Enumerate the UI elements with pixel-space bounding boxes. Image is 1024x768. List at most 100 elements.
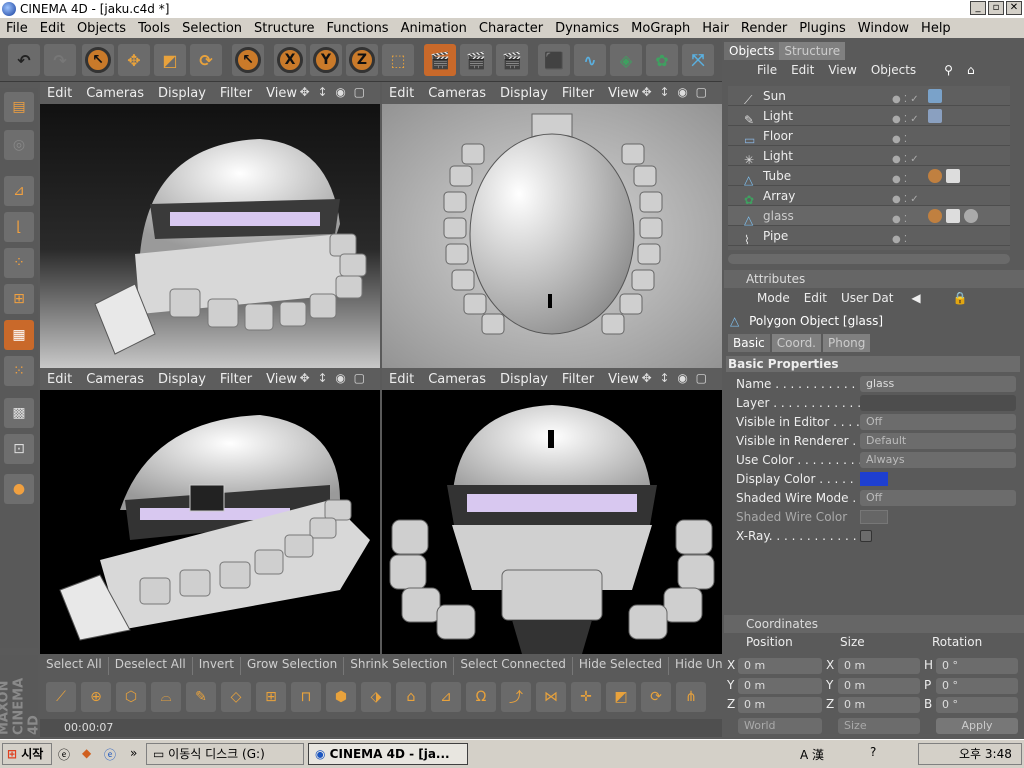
viewport-nav-icons[interactable]: ✥ ↕ ◉ ▢ <box>293 85 374 99</box>
tab-phong[interactable]: Phong <box>823 334 871 352</box>
help-icon[interactable]: ? <box>870 745 876 759</box>
menu-plugins[interactable]: Plugins <box>793 21 852 36</box>
home-icon[interactable]: ⌂ <box>960 63 982 77</box>
use-point-tool-button[interactable]: ⁘ <box>4 248 34 278</box>
select-connected-button[interactable]: Select Connected <box>454 657 573 675</box>
last-tool-button[interactable]: ↖ <box>232 44 264 76</box>
use-animation-tool-button[interactable]: ⁙ <box>4 356 34 386</box>
attr-menu-edit[interactable]: Edit <box>797 291 834 305</box>
list-item[interactable]: △ Tube ● ⁚ <box>728 166 1010 187</box>
close-button[interactable]: ✕ <box>1006 1 1022 15</box>
create-polygon-button[interactable]: ◇ <box>221 682 251 712</box>
use-model-tool-button[interactable]: ◎ <box>4 130 34 160</box>
position-z-field[interactable]: 0 m <box>738 697 822 713</box>
make-editable-button[interactable]: ▤ <box>4 92 34 122</box>
size-y-field[interactable]: 0 m <box>838 678 920 694</box>
extrude-button[interactable]: ⬡ <box>116 682 146 712</box>
viewport-menu-filter[interactable]: Filter <box>555 86 601 101</box>
viewport-top[interactable]: Edit Cameras Display Filter View ✥ ↕ ◉ ▢ <box>382 82 722 368</box>
bevel-button[interactable]: ⊓ <box>291 682 321 712</box>
viewport-perspective[interactable]: Edit Cameras Display Filter View ✥ ↕ ◉ ▢ <box>40 82 380 368</box>
shaded-wire-mode-select[interactable]: Off <box>860 490 1016 506</box>
quicklaunch-more[interactable]: » <box>130 746 137 760</box>
start-button[interactable]: ⊞ 시작 <box>2 743 52 765</box>
display-color-swatch[interactable] <box>860 472 888 486</box>
viewport-front[interactable]: Edit Cameras Display Filter View ✥ ↕ ◉ ▢ <box>382 368 722 654</box>
list-item[interactable]: ✳ Light ● ⁚ ✓ <box>728 146 1010 167</box>
y-axis-button[interactable]: Y <box>310 44 342 76</box>
quicklaunch-app-icon[interactable]: ◆ <box>82 746 91 760</box>
add-polygon-button[interactable]: ⊞ <box>256 682 286 712</box>
tab-objects[interactable]: Objects <box>724 42 780 60</box>
quicklaunch-ie-icon[interactable]: ⓔ <box>58 746 70 763</box>
taskbar-item-disk[interactable]: ▭ 이동식 디스크 (G:) <box>146 743 304 765</box>
rotation-p-field[interactable]: 0 ° <box>936 678 1018 694</box>
list-item[interactable]: △ glass ● ⁚ <box>728 206 1010 227</box>
use-polygon-tool-button[interactable]: ▦ <box>4 320 34 350</box>
render-picture-viewer-button[interactable]: 🎬 <box>460 44 492 76</box>
menu-edit[interactable]: Edit <box>34 21 71 36</box>
x-axis-button[interactable]: X <box>274 44 306 76</box>
maximize-button[interactable]: ▫ <box>988 1 1004 15</box>
select-all-button[interactable]: Select All <box>40 657 109 675</box>
list-item[interactable]: ✎ Light ● ⁚ ✓ <box>728 106 1010 127</box>
add-cube-button[interactable]: ⬛ <box>538 44 570 76</box>
locked-workplane-button[interactable]: ● <box>4 474 34 504</box>
tab-basic[interactable]: Basic <box>728 334 770 352</box>
texture-tag-icon[interactable] <box>946 209 960 223</box>
render-settings-button[interactable]: 🎬 <box>496 44 528 76</box>
position-x-field[interactable]: 0 m <box>738 658 822 674</box>
sphere-tag-icon[interactable] <box>964 209 978 223</box>
menu-help[interactable]: Help <box>915 21 957 36</box>
taskbar-item-cinema4d[interactable]: ◉ CINEMA 4D - [ja... <box>308 743 468 765</box>
menu-selection[interactable]: Selection <box>176 21 248 36</box>
list-item[interactable]: ▭ Floor ● ⁚ <box>728 126 1010 147</box>
weld-button[interactable]: ✛ <box>571 682 601 712</box>
search-icon[interactable]: ⚲ <box>937 63 960 77</box>
viewport-menu-edit[interactable]: Edit <box>40 372 79 387</box>
shrink-selection-button[interactable]: Shrink Selection <box>344 657 455 675</box>
object-menu-view[interactable]: View <box>821 63 863 77</box>
add-points-button[interactable]: ⊕ <box>81 682 111 712</box>
undo-button[interactable]: ↶ <box>8 44 40 76</box>
layer-field[interactable] <box>860 395 1016 411</box>
smooth-shift-button[interactable]: ⊿ <box>431 682 461 712</box>
viewport-menu-cameras[interactable]: Cameras <box>421 86 493 101</box>
material-tag-icon[interactable] <box>928 209 942 223</box>
size-mode-select[interactable]: Size <box>838 718 920 734</box>
viewport-menu-edit[interactable]: Edit <box>382 372 421 387</box>
split-button[interactable]: ⋔ <box>676 682 706 712</box>
sun-tag-icon[interactable] <box>928 89 942 103</box>
ime-indicator[interactable]: A 漢 <box>800 746 824 763</box>
menu-animation[interactable]: Animation <box>395 21 473 36</box>
iron-button[interactable]: ⌂ <box>396 682 426 712</box>
attr-menu-mode[interactable]: Mode <box>750 291 797 305</box>
viewport-menu-filter[interactable]: Filter <box>555 372 601 387</box>
use-color-select[interactable]: Always <box>860 452 1016 468</box>
visible-in-renderer-select[interactable]: Default <box>860 433 1016 449</box>
use-object-tool-button[interactable]: ⊿ <box>4 176 34 206</box>
viewport-menu-filter[interactable]: Filter <box>213 372 259 387</box>
add-deformer-button[interactable]: ⤧ <box>682 44 714 76</box>
slide-button[interactable]: ⤴ <box>501 682 531 712</box>
list-item[interactable]: ⟋ Sun ● ⁚ ✓ <box>728 86 1010 107</box>
attr-menu-user-data[interactable]: User Dat <box>834 291 900 305</box>
menu-character[interactable]: Character <box>473 21 549 36</box>
deselect-all-button[interactable]: Deselect All <box>109 657 193 675</box>
menu-functions[interactable]: Functions <box>321 21 395 36</box>
add-spline-button[interactable]: ∿ <box>574 44 606 76</box>
knife-tool-button[interactable]: ⟋ <box>46 682 76 712</box>
object-menu-objects[interactable]: Objects <box>864 63 923 77</box>
tab-structure[interactable]: Structure <box>779 42 846 60</box>
viewport-menu-edit[interactable]: Edit <box>40 86 79 101</box>
add-array-button[interactable]: ✿ <box>646 44 678 76</box>
menu-structure[interactable]: Structure <box>248 21 320 36</box>
visibility-dots[interactable]: ● ⁚ <box>892 230 907 250</box>
invert-selection-button[interactable]: Invert <box>193 657 241 675</box>
live-selection-button[interactable]: ↖ <box>82 44 114 76</box>
viewport-menu-display[interactable]: Display <box>151 372 213 387</box>
menu-file[interactable]: File <box>0 21 34 36</box>
menu-tools[interactable]: Tools <box>132 21 176 36</box>
coordinate-system-button[interactable]: ⬚ <box>382 44 414 76</box>
grow-selection-button[interactable]: Grow Selection <box>241 657 345 675</box>
